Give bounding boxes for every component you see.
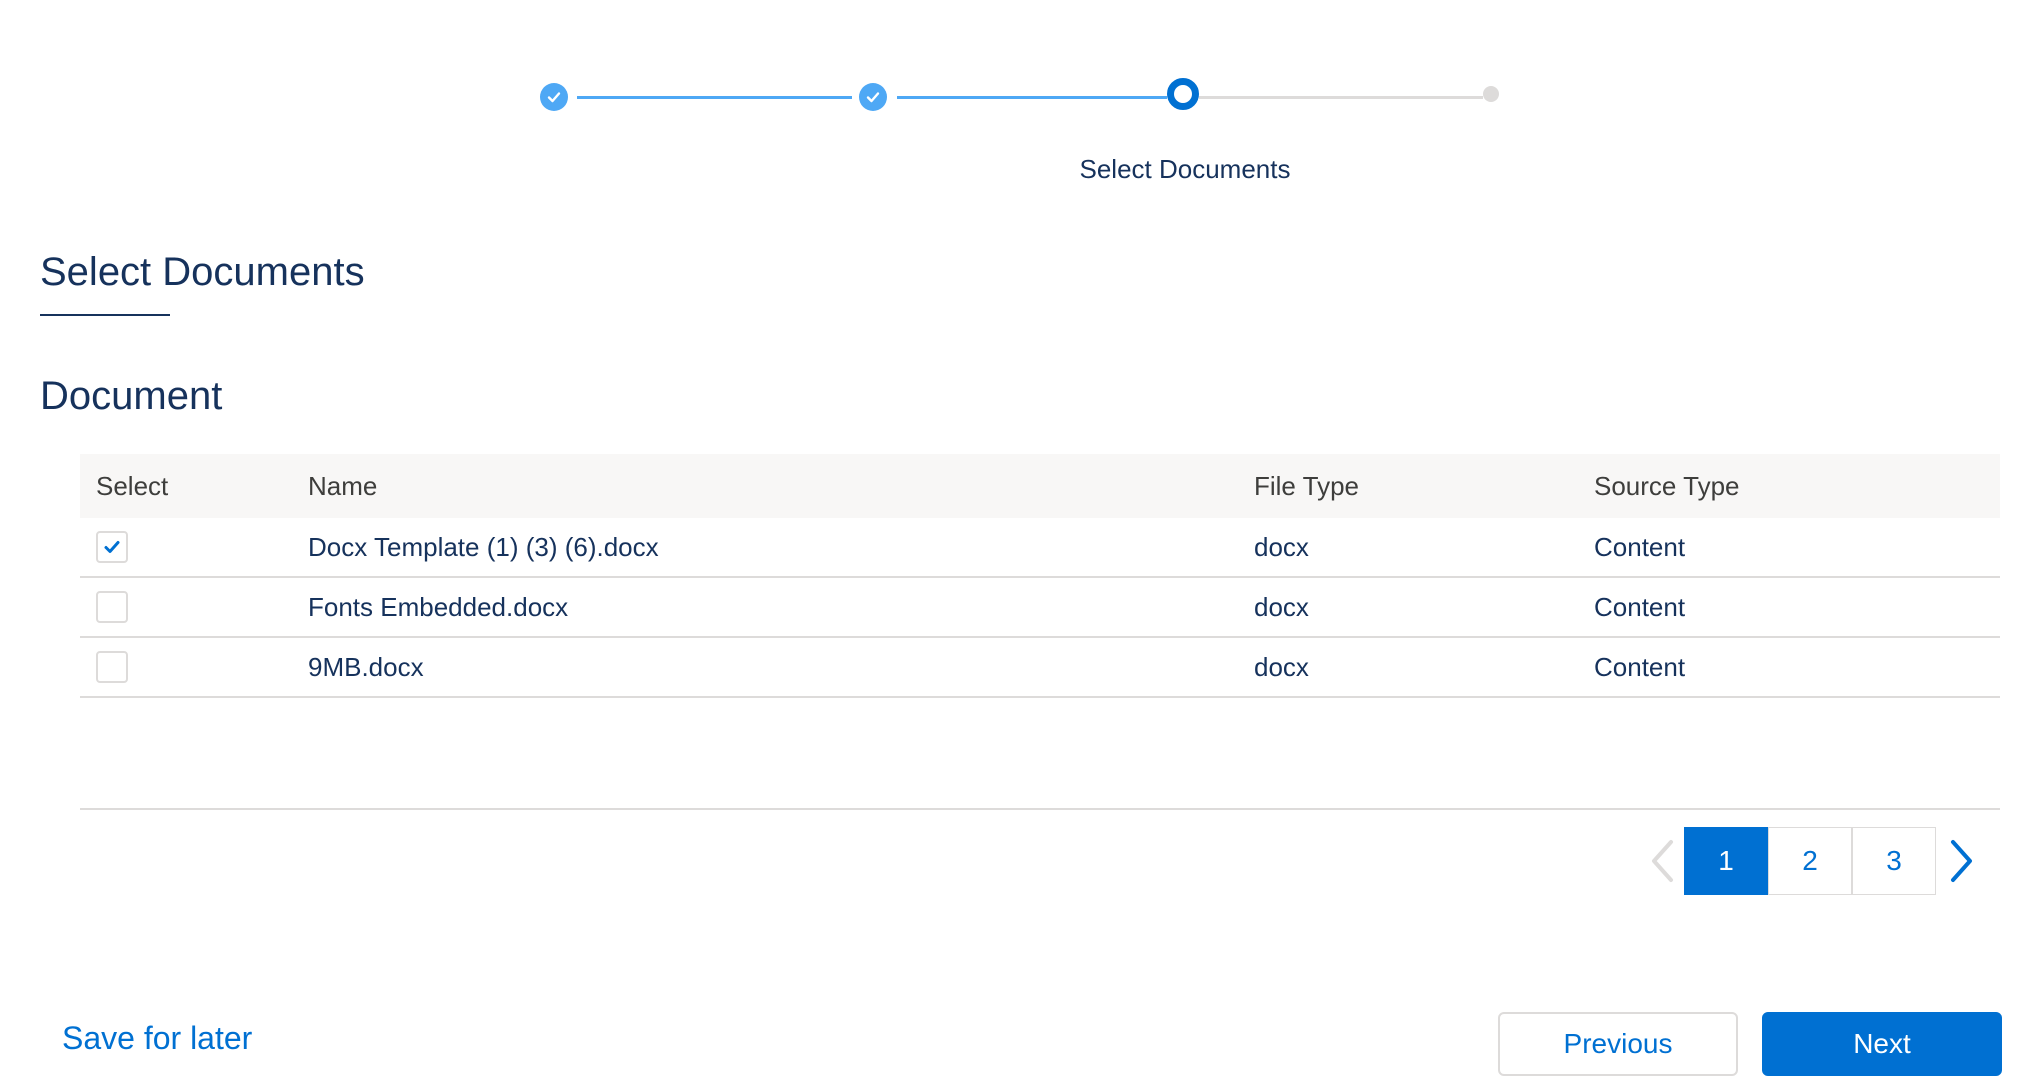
page-button-2[interactable]: 2 bbox=[1768, 827, 1852, 895]
file-type: docx bbox=[1254, 592, 1309, 622]
save-for-later-link[interactable]: Save for later bbox=[62, 1020, 252, 1057]
table-bottom-divider bbox=[80, 808, 2000, 810]
row-select-checkbox[interactable] bbox=[96, 651, 128, 683]
progress-bar-remaining bbox=[1199, 96, 1483, 99]
progress-bar-completed-2 bbox=[897, 96, 1167, 99]
chevron-left-icon bbox=[1652, 840, 1673, 882]
documents-table: Select Name File Type Source Type Docx T… bbox=[80, 454, 2000, 698]
column-header-file-type: File Type bbox=[1254, 471, 1360, 501]
next-page-button[interactable] bbox=[1940, 827, 1984, 895]
previous-button[interactable]: Previous bbox=[1498, 1012, 1738, 1076]
current-step-label: Select Documents bbox=[1079, 154, 1291, 184]
document-name: Docx Template (1) (3) (6).docx bbox=[308, 532, 659, 562]
file-type: docx bbox=[1254, 532, 1309, 562]
table-row: 9MB.docx docx Content bbox=[80, 638, 2000, 698]
title-underline bbox=[40, 314, 170, 316]
page-button-3[interactable]: 3 bbox=[1852, 827, 1936, 895]
source-type: Content bbox=[1594, 592, 1686, 622]
check-icon bbox=[547, 92, 561, 103]
page-title: Select Documents bbox=[40, 250, 365, 294]
column-header-name: Name bbox=[308, 471, 378, 501]
previous-page-button[interactable] bbox=[1640, 827, 1684, 895]
row-select-checkbox[interactable] bbox=[96, 531, 128, 563]
step-2-completed[interactable] bbox=[859, 83, 887, 111]
chevron-right-icon bbox=[1951, 840, 1972, 882]
section-title: Document bbox=[40, 374, 223, 418]
table-row: Docx Template (1) (3) (6).docx docx Cont… bbox=[80, 518, 2000, 578]
step-3-current[interactable] bbox=[1167, 78, 1199, 110]
table-header: Select Name File Type Source Type bbox=[80, 454, 2000, 518]
source-type: Content bbox=[1594, 532, 1686, 562]
source-type: Content bbox=[1594, 652, 1686, 682]
check-icon bbox=[866, 92, 880, 103]
step-4-incomplete[interactable] bbox=[1483, 86, 1499, 102]
column-header-source-type: Source Type bbox=[1594, 471, 1740, 501]
progress-bar-completed-1 bbox=[577, 96, 852, 99]
step-1-completed[interactable] bbox=[540, 83, 568, 111]
progress-indicator: Select Documents bbox=[0, 0, 2024, 200]
page-button-1[interactable]: 1 bbox=[1684, 827, 1768, 895]
column-header-select: Select bbox=[96, 471, 169, 501]
table-row: Fonts Embedded.docx docx Content bbox=[80, 578, 2000, 638]
checkmark-icon bbox=[104, 541, 120, 553]
next-button[interactable]: Next bbox=[1762, 1012, 2002, 1076]
document-name: Fonts Embedded.docx bbox=[308, 592, 569, 622]
file-type: docx bbox=[1254, 652, 1309, 682]
row-select-checkbox[interactable] bbox=[96, 591, 128, 623]
document-name: 9MB.docx bbox=[308, 652, 424, 682]
